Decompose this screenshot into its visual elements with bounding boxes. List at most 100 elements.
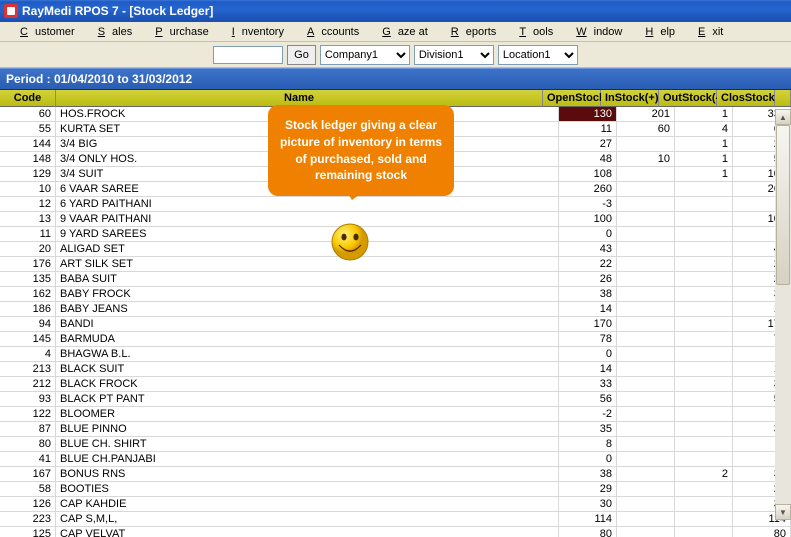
cell: 80 xyxy=(733,527,791,537)
table-row[interactable]: 106 VAAR SAREE260260 xyxy=(0,182,791,197)
cell xyxy=(675,227,733,241)
scroll-down-button[interactable]: ▼ xyxy=(775,504,791,520)
table-row[interactable]: 135BABA SUIT2626 xyxy=(0,272,791,287)
table-row[interactable]: 213BLACK SUIT1414 xyxy=(0,362,791,377)
go-button[interactable]: Go xyxy=(287,45,316,65)
cell xyxy=(675,512,733,526)
cell: 0 xyxy=(559,452,617,466)
cell xyxy=(617,257,675,271)
cell: 2 xyxy=(675,467,733,481)
menu-accounts[interactable]: Accounts xyxy=(293,24,366,40)
cell: BLACK PT PANT xyxy=(56,392,559,406)
table-row[interactable]: 60HOS.FROCK1302011330 xyxy=(0,107,791,122)
cell xyxy=(675,287,733,301)
col-header-code[interactable]: Code xyxy=(0,90,56,107)
cell xyxy=(617,407,675,421)
cell: BLOOMER xyxy=(56,407,559,421)
menu-sales[interactable]: Sales xyxy=(84,24,140,40)
table-row[interactable]: 162BABY FROCK3838 xyxy=(0,287,791,302)
table-row[interactable]: 4BHAGWA B.L.00 xyxy=(0,347,791,362)
stock-ledger-grid: Code Name OpenStock InStock(+) OutStock(… xyxy=(0,90,791,537)
cell: 162 xyxy=(0,287,56,301)
table-row[interactable]: 41BLUE CH.PANJABI00 xyxy=(0,452,791,467)
menu-tools[interactable]: Tools xyxy=(505,24,560,40)
cell: 0 xyxy=(559,227,617,241)
table-row[interactable]: 212BLACK FROCK3333 xyxy=(0,377,791,392)
table-row[interactable]: 1443/4 BIG27126 xyxy=(0,137,791,152)
menu-reports[interactable]: Reports xyxy=(437,24,504,40)
cell xyxy=(675,242,733,256)
cell: 1 xyxy=(675,152,733,166)
table-row[interactable]: 55KURTA SET1160467 xyxy=(0,122,791,137)
cell: 55 xyxy=(0,122,56,136)
cell xyxy=(675,212,733,226)
table-row[interactable]: 126CAP KAHDIE3030 xyxy=(0,497,791,512)
cell: 56 xyxy=(559,392,617,406)
menubar: Customer Sales Purchase Inventory Accoun… xyxy=(0,22,791,42)
cell xyxy=(617,362,675,376)
table-row[interactable]: 186BABY JEANS1414 xyxy=(0,302,791,317)
cell: 26 xyxy=(559,272,617,286)
table-row[interactable]: 1483/4 ONLY HOS.4810157 xyxy=(0,152,791,167)
cell: 108 xyxy=(559,167,617,181)
cell: 201 xyxy=(617,107,675,121)
cell: 1 xyxy=(675,107,733,121)
cell: BARMUDA xyxy=(56,332,559,346)
cell: HOS.FROCK xyxy=(56,107,559,121)
cell: 14 xyxy=(559,302,617,316)
company-select[interactable]: Company1 xyxy=(320,45,410,65)
table-row[interactable]: 58BOOTIES2929 xyxy=(0,482,791,497)
cell: CAP S,M,L, xyxy=(56,512,559,526)
menu-exit[interactable]: Exit xyxy=(684,24,730,40)
location-select[interactable]: Location1 xyxy=(498,45,578,65)
table-row[interactable]: 94BANDI170170 xyxy=(0,317,791,332)
cell: ART SILK SET xyxy=(56,257,559,271)
cell: 10 xyxy=(617,152,675,166)
grid-rows[interactable]: 60HOS.FROCK130201133055KURTA SET11604671… xyxy=(0,107,791,537)
table-row[interactable]: 87BLUE PINNO3535 xyxy=(0,422,791,437)
search-input[interactable] xyxy=(213,46,283,64)
table-row[interactable]: 126 YARD PAITHANI-3-3 xyxy=(0,197,791,212)
table-row[interactable]: 1293/4 SUIT1081107 xyxy=(0,167,791,182)
cell xyxy=(617,512,675,526)
table-row[interactable]: 125CAP VELVAT8080 xyxy=(0,527,791,537)
cell: 11 xyxy=(559,122,617,136)
table-row[interactable]: 119 YARD SAREES00 xyxy=(0,227,791,242)
menu-window[interactable]: Window xyxy=(562,24,629,40)
cell xyxy=(675,317,733,331)
scroll-up-button[interactable]: ▲ xyxy=(775,109,791,125)
table-row[interactable]: 80BLUE CH. SHIRT88 xyxy=(0,437,791,452)
col-header-outstock[interactable]: OutStock(-) xyxy=(659,90,717,107)
table-row[interactable]: 93BLACK PT PANT5656 xyxy=(0,392,791,407)
cell xyxy=(675,527,733,537)
table-row[interactable]: 139 VAAR PAITHANI100100 xyxy=(0,212,791,227)
cell xyxy=(675,182,733,196)
menu-help[interactable]: Help xyxy=(631,24,682,40)
cell: 30 xyxy=(559,497,617,511)
table-row[interactable]: 176ART SILK SET2222 xyxy=(0,257,791,272)
cell: BLACK SUIT xyxy=(56,362,559,376)
scroll-thumb[interactable] xyxy=(776,125,790,285)
col-header-openstock[interactable]: OpenStock xyxy=(543,90,601,107)
table-row[interactable]: 122BLOOMER-2-2 xyxy=(0,407,791,422)
col-header-instock[interactable]: InStock(+) xyxy=(601,90,659,107)
cell: 43 xyxy=(559,242,617,256)
cell xyxy=(617,452,675,466)
vertical-scrollbar[interactable]: ▲ ▼ xyxy=(775,109,791,520)
col-header-name[interactable]: Name xyxy=(56,90,543,107)
table-row[interactable]: 145BARMUDA7878 xyxy=(0,332,791,347)
menu-inventory[interactable]: Inventory xyxy=(218,24,291,40)
col-header-closstock[interactable]: ClosStock xyxy=(717,90,775,107)
table-row[interactable]: 167BONUS RNS38236 xyxy=(0,467,791,482)
cell: 4 xyxy=(0,347,56,361)
table-row[interactable]: 20ALIGAD SET4343 xyxy=(0,242,791,257)
menu-gaze-at[interactable]: Gaze at xyxy=(368,24,435,40)
division-select[interactable]: Division1 xyxy=(414,45,494,65)
cell: 80 xyxy=(0,437,56,451)
cell: BABA SUIT xyxy=(56,272,559,286)
cell: 129 xyxy=(0,167,56,181)
cell: 3/4 SUIT xyxy=(56,167,559,181)
menu-purchase[interactable]: Purchase xyxy=(141,24,215,40)
cell xyxy=(675,377,733,391)
menu-customer[interactable]: Customer xyxy=(6,24,82,40)
